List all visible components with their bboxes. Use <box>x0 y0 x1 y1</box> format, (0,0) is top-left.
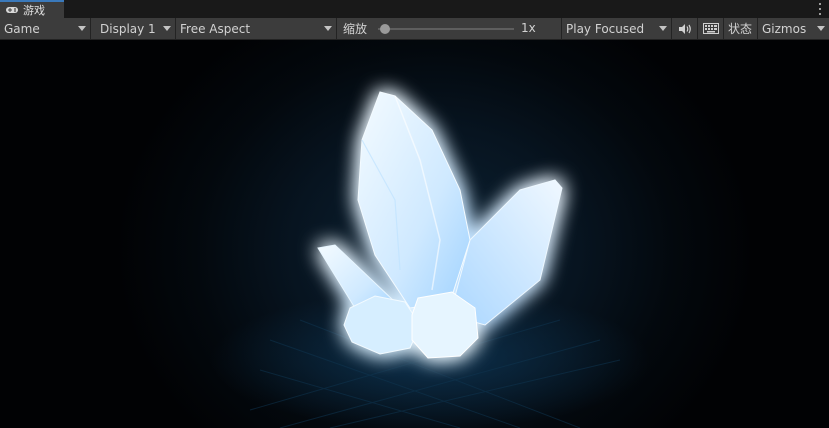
stats-label: 状态 <box>728 22 753 36</box>
crystal-scene <box>210 91 650 428</box>
gizmos-dropdown[interactable]: Gizmos <box>758 18 829 39</box>
scale-value: 1x <box>521 21 536 35</box>
keyboard-icon <box>702 23 719 34</box>
tab-bar: 游戏 <box>0 0 829 18</box>
scale-slider-track[interactable] <box>378 28 514 30</box>
game-view-viewport[interactable] <box>0 40 829 428</box>
mute-audio-button[interactable] <box>672 18 698 39</box>
stats-button[interactable]: 状态 <box>724 18 758 39</box>
chevron-down-icon <box>324 26 332 31</box>
tab-label: 游戏 <box>23 4 45 17</box>
view-mode-dropdown[interactable]: Game <box>0 18 91 39</box>
scale-label: 缩放 <box>343 22 368 36</box>
speaker-icon <box>678 23 691 34</box>
gizmos-label: Gizmos <box>762 21 807 36</box>
aspect-label: Free Aspect <box>180 21 251 36</box>
chevron-down-icon <box>817 26 825 31</box>
chevron-down-icon <box>659 26 667 31</box>
display-dropdown[interactable]: Display 1 <box>91 18 176 39</box>
scale-slider-thumb[interactable] <box>379 24 390 34</box>
tab-game[interactable]: 游戏 <box>0 0 64 18</box>
shortcuts-button[interactable] <box>698 18 724 39</box>
kebab-menu-icon[interactable] <box>817 2 823 16</box>
aspect-dropdown[interactable]: Free Aspect <box>176 18 337 39</box>
play-mode-label: Play Focused <box>566 21 645 36</box>
gamepad-icon <box>5 5 19 15</box>
game-toolbar: Game Display 1 Free Aspect 缩放 1x Play Fo… <box>0 18 829 40</box>
view-mode-label: Game <box>4 21 40 36</box>
play-mode-dropdown[interactable]: Play Focused <box>562 18 672 39</box>
display-label: Display 1 <box>100 21 156 36</box>
chevron-down-icon <box>163 26 171 31</box>
chevron-down-icon <box>78 26 86 31</box>
